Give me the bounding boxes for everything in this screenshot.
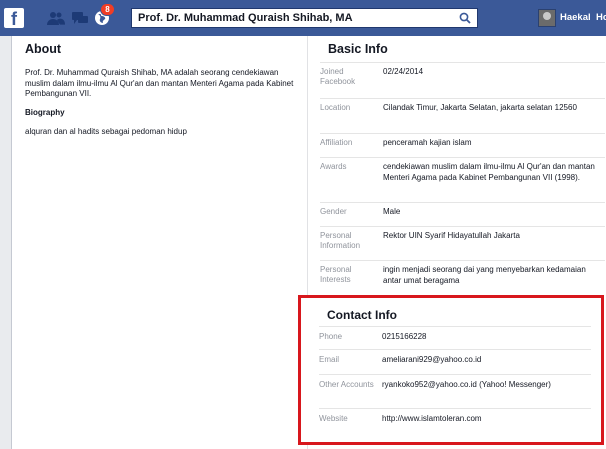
info-label: Joined Facebook bbox=[320, 67, 356, 86]
contact-label: Website bbox=[319, 414, 348, 423]
search-input[interactable] bbox=[138, 10, 453, 26]
info-label: Awards bbox=[320, 162, 347, 171]
info-row-joined: Joined Facebook 02/24/2014 bbox=[320, 62, 605, 99]
info-row-gender: Gender Male bbox=[320, 202, 605, 227]
biography-text: alquran dan al hadits sebagai pedoman hi… bbox=[25, 127, 187, 136]
info-value: ingin menjadi seorang dai yang menyebark… bbox=[383, 265, 586, 285]
contact-row-website: Website http://www.islamtoleran.com bbox=[319, 408, 591, 435]
contact-value: ryankoko952@yahoo.co.id (Yahoo! Messenge… bbox=[382, 380, 551, 389]
info-row-affiliation: Affiliation penceramah kajian islam bbox=[320, 133, 605, 158]
contact-row-email: Email ameliarani929@yahoo.co.id bbox=[319, 349, 591, 375]
info-value[interactable]: Cilandak Timur, Jakarta Selatan, jakarta… bbox=[383, 103, 603, 114]
info-row-awards: Awards cendekiawan muslim dalam ilmu-ilm… bbox=[320, 157, 605, 203]
info-row-personal-interests: Personal Interests ingin menjadi seorang… bbox=[320, 260, 605, 297]
contact-label: Email bbox=[319, 355, 340, 364]
basic-info-title: Basic Info bbox=[328, 42, 388, 56]
search-icon[interactable] bbox=[459, 12, 471, 24]
contact-value: 0215166228 bbox=[382, 332, 427, 341]
messages-icon[interactable] bbox=[71, 10, 89, 26]
info-value: penceramah kajian islam bbox=[383, 138, 472, 147]
info-label: Affiliation bbox=[320, 138, 353, 147]
info-value: Male bbox=[383, 207, 401, 216]
info-label: Gender bbox=[320, 207, 347, 216]
info-label: Location bbox=[320, 103, 351, 112]
contact-row-other-accounts: Other Accounts ryankoko952@yahoo.co.id (… bbox=[319, 374, 591, 409]
contact-row-phone: Phone 0215166228 bbox=[319, 326, 591, 350]
user-avatar[interactable] bbox=[538, 9, 556, 27]
about-section: About Prof. Dr. Muhammad Quraish Shihab,… bbox=[12, 36, 308, 449]
biography-title: Biography bbox=[25, 108, 65, 117]
user-name-link[interactable]: Haekal bbox=[560, 12, 591, 23]
info-value: Rektor UIN Syarif Hidayatullah Jakarta bbox=[383, 231, 520, 240]
contact-value[interactable]: http://www.islamtoleran.com bbox=[382, 414, 592, 424]
info-row-location: Location Cilandak Timur, Jakarta Selatan… bbox=[320, 98, 605, 134]
contact-value[interactable]: ameliarani929@yahoo.co.id bbox=[382, 355, 592, 365]
info-label: Personal Interests bbox=[320, 265, 352, 284]
about-text: Prof. Dr. Muhammad Quraish Shihab, MA ad… bbox=[25, 68, 294, 98]
contact-label: Other Accounts bbox=[319, 380, 374, 389]
top-navigation-bar: f 8 Haekal Ho bbox=[0, 0, 606, 36]
facebook-logo-icon[interactable]: f bbox=[4, 8, 24, 29]
notification-count-badge: 8 bbox=[101, 4, 114, 15]
home-link[interactable]: Ho bbox=[596, 12, 606, 23]
contact-info-title: Contact Info bbox=[327, 308, 397, 322]
about-title: About bbox=[25, 42, 62, 56]
friend-requests-icon[interactable] bbox=[47, 10, 65, 26]
info-row-personal-information: Personal Information Rektor UIN Syarif H… bbox=[320, 226, 605, 261]
info-label: Personal Information bbox=[320, 231, 361, 250]
contact-label: Phone bbox=[319, 332, 343, 341]
search-box[interactable] bbox=[131, 8, 478, 28]
info-value: 02/24/2014 bbox=[383, 67, 424, 76]
info-value: cendekiawan muslim dalam ilmu-ilmu Al Qu… bbox=[383, 162, 595, 182]
